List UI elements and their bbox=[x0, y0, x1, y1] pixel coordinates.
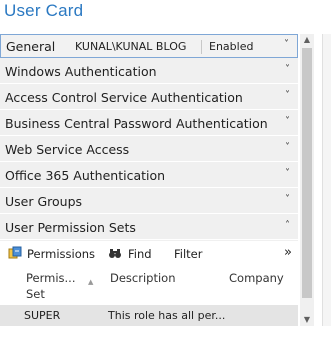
section-user-groups[interactable]: User Groups ˅ bbox=[0, 190, 298, 214]
scroll-thumb[interactable] bbox=[302, 48, 312, 298]
more-actions-icon[interactable]: » bbox=[284, 245, 292, 260]
section-label: User Permission Sets bbox=[5, 220, 136, 235]
section-label: Web Service Access bbox=[5, 142, 130, 157]
column-header-permission-set[interactable]: Permis... bbox=[26, 271, 75, 285]
user-state-summary: Enabled bbox=[209, 40, 254, 53]
section-user-permission-sets[interactable]: User Permission Sets ˄ bbox=[0, 216, 298, 240]
chevron-down-icon[interactable]: ˅ bbox=[285, 90, 290, 101]
section-access-control-service-authentication[interactable]: Access Control Service Authentication ˅ bbox=[0, 86, 298, 110]
factbox-edge bbox=[322, 34, 331, 326]
section-label: Business Central Password Authentication bbox=[5, 116, 268, 131]
summary-separator bbox=[201, 40, 202, 54]
chevron-down-icon[interactable]: ˅ bbox=[285, 142, 290, 153]
permission-sets-toolbar: Permissions Find Filter » bbox=[0, 241, 298, 267]
permission-set-cell: SUPER bbox=[24, 309, 61, 322]
vertical-scrollbar[interactable]: ▲ ▼ bbox=[300, 34, 314, 326]
section-windows-authentication[interactable]: Windows Authentication ˅ bbox=[0, 60, 298, 84]
section-web-service-access[interactable]: Web Service Access ˅ bbox=[0, 138, 298, 162]
chevron-up-icon[interactable]: ˄ bbox=[285, 220, 290, 231]
chevron-down-icon[interactable]: ˅ bbox=[284, 39, 289, 50]
section-label: General bbox=[6, 39, 56, 54]
column-header-company[interactable]: Company bbox=[229, 271, 284, 285]
scroll-down-icon[interactable]: ▼ bbox=[300, 314, 314, 326]
section-label: Office 365 Authentication bbox=[5, 168, 166, 183]
user-card-panel: General KUNAL\KUNAL BLOG Enabled ˅ Windo… bbox=[0, 34, 298, 326]
column-header-permission-set-line2: Set bbox=[26, 287, 45, 301]
section-office-365-authentication[interactable]: Office 365 Authentication ˅ bbox=[0, 164, 298, 188]
permissions-button[interactable]: Permissions bbox=[27, 247, 95, 261]
page-title: User Card bbox=[4, 1, 84, 20]
user-name-summary: KUNAL\KUNAL BLOG bbox=[75, 40, 187, 53]
binoculars-icon bbox=[109, 249, 121, 258]
column-header-description[interactable]: Description bbox=[110, 271, 176, 285]
section-business-central-password-authentication[interactable]: Business Central Password Authentication… bbox=[0, 112, 298, 136]
section-label: Windows Authentication bbox=[5, 64, 157, 79]
chevron-down-icon[interactable]: ˅ bbox=[285, 116, 290, 127]
scroll-up-icon[interactable]: ▲ bbox=[300, 34, 314, 46]
permission-sets-header: Permis... Set ▲ Description Company bbox=[0, 267, 298, 305]
find-button[interactable]: Find bbox=[128, 247, 152, 261]
section-label: Access Control Service Authentication bbox=[5, 90, 243, 105]
section-general[interactable]: General KUNAL\KUNAL BLOG Enabled ˅ bbox=[0, 34, 298, 58]
permissions-icon bbox=[8, 246, 22, 259]
chevron-down-icon[interactable]: ˅ bbox=[285, 168, 290, 179]
filter-button[interactable]: Filter bbox=[174, 247, 202, 261]
chevron-down-icon[interactable]: ˅ bbox=[285, 194, 290, 205]
table-row[interactable]: SUPER This role has all per... bbox=[0, 305, 298, 326]
description-cell: This role has all per... bbox=[108, 309, 226, 322]
chevron-down-icon[interactable]: ˅ bbox=[285, 64, 290, 75]
section-label: User Groups bbox=[5, 194, 83, 209]
sort-ascending-icon[interactable]: ▲ bbox=[88, 278, 93, 286]
